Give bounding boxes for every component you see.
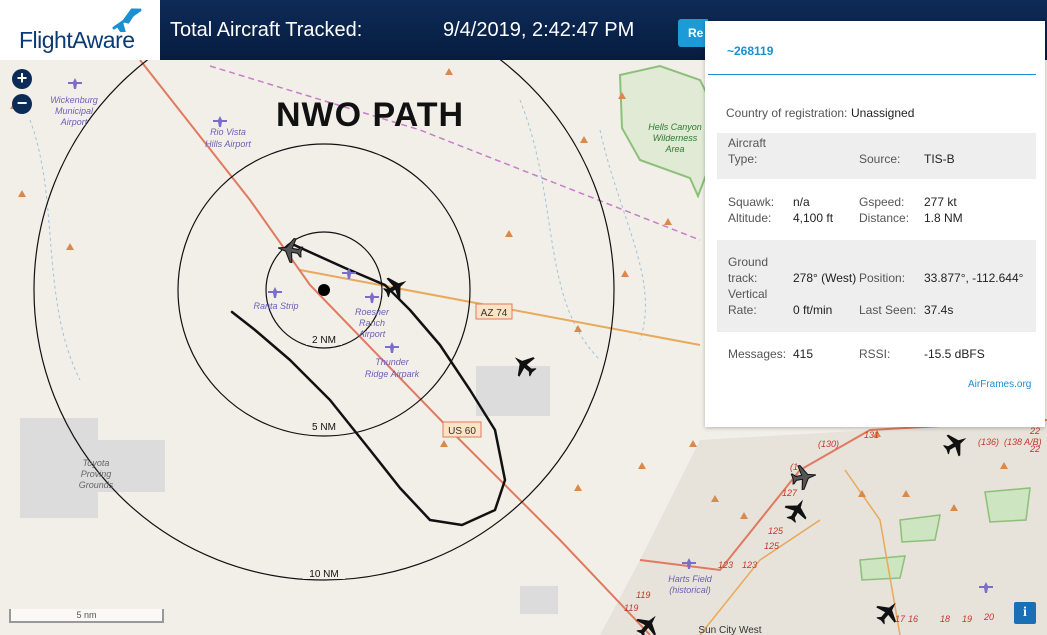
rssi-value: -15.5 dBFS (924, 347, 985, 361)
altitude-label: 123 (718, 560, 733, 570)
logo-text: FlightAware (19, 27, 135, 53)
distance-label: Distance: (859, 211, 910, 225)
zoom-in-button[interactable]: + (12, 69, 32, 89)
altitude-label: 131 (864, 430, 879, 440)
label-rio-vista: Rio Vista Hills Airport (205, 127, 251, 149)
vertical-rate-label: Vertical (728, 287, 768, 301)
rssi-label: RSSI: (859, 347, 891, 361)
altitude-label: 16 (908, 614, 918, 624)
altitude-label: 125 (768, 526, 784, 536)
aircraft-info-panel: ~268119 Country of registration: Unassig… (705, 21, 1045, 427)
nwo-path-annotation: NWO PATH (276, 96, 465, 134)
altitude-value: 4,100 ft (793, 211, 834, 225)
squawk-value: n/a (793, 195, 810, 209)
label-sun-city-west: Sun City West (698, 625, 761, 635)
ground-track-value: 278° (West) (793, 271, 857, 285)
ground-track-label: Ground (728, 255, 769, 269)
country-label: Country of registration: (726, 106, 848, 120)
messages-label: Messages: (728, 347, 787, 361)
source-value: TIS-B (924, 152, 955, 166)
az74-shield: AZ 74 (475, 303, 513, 320)
altitude-label: 19 (962, 614, 972, 624)
gspeed-value: 277 kt (924, 195, 957, 209)
altitude-label: 119 (636, 590, 650, 600)
us60-shield: US 60 (442, 421, 482, 438)
aircraft-icon (383, 277, 407, 300)
zoom-out-button[interactable]: − (12, 94, 32, 114)
label-harts: Harts Field (historical) (668, 574, 713, 595)
aircraft-callsign[interactable]: ~268119 (727, 44, 773, 58)
label-toyota: Toyota Proving Grounds (79, 458, 114, 490)
altitude-label: 18 (940, 614, 950, 624)
page-title: Total Aircraft Tracked: (170, 19, 363, 41)
receiver-location-marker (318, 284, 330, 296)
altitude-label: 123 (742, 560, 757, 570)
svg-text:AZ 74: AZ 74 (481, 308, 508, 319)
divider (708, 74, 1036, 75)
altitude-label: (130) (818, 439, 839, 449)
header-button[interactable]: Re (678, 19, 708, 47)
last-seen-value: 37.4s (924, 303, 954, 317)
range-ring-10nm (33, 60, 615, 581)
vertical-rate-value: 0 ft/min (793, 303, 833, 317)
label-ranta: Ranta Strip (253, 301, 298, 311)
scale-bar: 5 nm (9, 609, 164, 623)
distance-value: 1.8 NM (924, 211, 963, 225)
altitude-label: (136) (978, 437, 999, 447)
aircraft-type-label: Aircraft (728, 136, 767, 150)
svg-text:5 NM: 5 NM (312, 422, 336, 433)
info-button[interactable]: i (1014, 602, 1036, 624)
messages-value: 415 (793, 347, 814, 361)
aircraft-icon (277, 237, 304, 264)
label-thunder: Thunder Ridge Airpark (365, 357, 420, 379)
vertical-rate-label: Rate: (728, 303, 757, 317)
label-wickenburg: Wickenburg Municipal Airport (50, 95, 97, 127)
squawk-label: Squawk: (728, 195, 775, 209)
row-band (717, 240, 1036, 332)
svg-text:2 NM: 2 NM (312, 335, 336, 346)
ground-track-label: track: (728, 271, 758, 285)
altitude-label: 127 (782, 488, 798, 498)
source-label: Source: (859, 152, 901, 166)
timestamp: 9/4/2019, 2:42:47 PM (443, 19, 635, 41)
range-rings (33, 60, 615, 581)
aircraft-type-label: Type: (728, 152, 758, 166)
airframes-link[interactable]: AirFrames.org (968, 379, 1031, 390)
gspeed-label: Gspeed: (859, 195, 905, 209)
svg-text:10 NM: 10 NM (309, 569, 338, 580)
country-value: Unassigned (851, 106, 915, 120)
position-value: 33.877°, -112.644° (924, 271, 1024, 285)
position-label: Position: (859, 271, 906, 285)
altitude-label: 119 (624, 603, 638, 613)
range-ring-labels: 2 NM 5 NM 10 NM (303, 333, 345, 580)
altitude-label: 22 (1029, 444, 1040, 454)
altitude-label: 125 (764, 541, 780, 551)
altitude-label: (1 (790, 462, 798, 472)
altitude-label: 22 (1029, 426, 1040, 436)
altitude-label: 20 (983, 612, 994, 622)
svg-text:US 60: US 60 (448, 426, 476, 437)
altitude-label: 17 (895, 614, 906, 624)
altitude-label: Altitude: (728, 211, 772, 225)
label-roesner: Roesner Ranch Airport (355, 307, 390, 339)
last-seen-label: Last Seen: (859, 303, 917, 317)
logo[interactable]: FlightAware (0, 0, 160, 60)
drawn-flight-path (230, 242, 507, 527)
